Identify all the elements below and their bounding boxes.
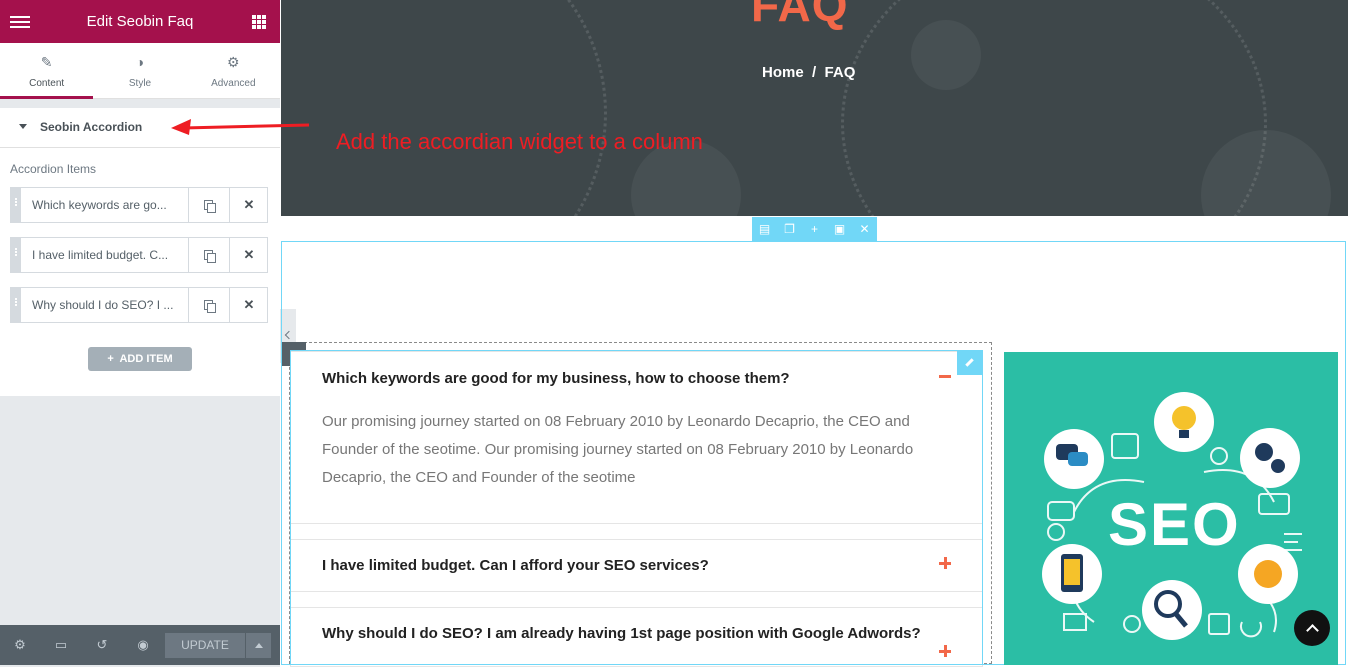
widgets-grid-icon[interactable]	[252, 15, 266, 29]
controls-area: Accordion Items Which keywords are go...…	[0, 148, 280, 396]
scroll-to-top-button[interactable]	[1294, 610, 1330, 646]
edit-widget-pencil-icon[interactable]	[957, 351, 983, 375]
breadcrumb: Home / FAQ	[762, 64, 855, 81]
add-section-icon[interactable]: +	[802, 217, 827, 241]
remove-icon[interactable]: ✕	[229, 188, 268, 222]
panel-title: Edit Seobin Faq	[86, 13, 194, 30]
panel-header: Edit Seobin Faq	[0, 0, 280, 43]
save-section-icon[interactable]: ▣	[827, 217, 852, 241]
drag-handle-icon[interactable]	[11, 288, 21, 322]
panel-footer: ⚙ ▭ ↺ ◉ UPDATE	[0, 625, 280, 665]
responsive-mode-icon[interactable]: ▭	[53, 637, 69, 653]
update-button[interactable]: UPDATE	[165, 633, 245, 658]
widget-outline	[290, 350, 983, 665]
add-item-label: ADD ITEM	[119, 353, 173, 365]
duplicate-icon[interactable]	[188, 188, 230, 222]
repeater-item-title[interactable]: I have limited budget. C...	[32, 248, 182, 262]
seo-text: SEO	[1108, 491, 1241, 558]
tab-content[interactable]: ✎ Content	[0, 43, 94, 99]
hero-bg-dots	[841, 0, 1267, 216]
annotation-arrow	[171, 119, 310, 135]
tab-advanced[interactable]: ⚙ Advanced	[187, 43, 280, 98]
remove-icon[interactable]: ✕	[229, 288, 268, 322]
drag-handle-icon[interactable]	[11, 188, 21, 222]
preview-eye-icon[interactable]: ◉	[135, 637, 151, 653]
repeater-item[interactable]: I have limited budget. C... ✕	[10, 237, 268, 273]
drag-handle-icon[interactable]	[11, 238, 21, 272]
duplicate-icon[interactable]	[188, 288, 230, 322]
panel-tabs: ✎ Content ◑ Style ⚙ Advanced	[0, 43, 280, 99]
settings-icon[interactable]: ⚙	[12, 637, 28, 653]
add-item-button[interactable]: + ADD ITEM	[88, 347, 192, 371]
page-hero: FAQ Home / FAQ	[281, 0, 1348, 216]
plus-icon: +	[107, 353, 114, 365]
annotation-text: Add the accordian widget to a column	[336, 129, 703, 154]
contrast-icon: ◑	[135, 54, 145, 70]
repeater-item[interactable]: Why should I do SEO? I ... ✕	[10, 287, 268, 323]
delete-section-icon[interactable]: ✕	[852, 217, 877, 241]
duplicate-section-icon[interactable]: ❐	[777, 217, 802, 241]
tab-style-label: Style	[128, 78, 152, 89]
tab-advanced-label: Advanced	[211, 78, 256, 89]
gear-icon: ⚙	[227, 54, 240, 70]
repeater-item-title[interactable]: Why should I do SEO? I ...	[32, 298, 182, 312]
editor-panel: Edit Seobin Faq ✎ Content ◑ Style ⚙ Adva…	[0, 0, 280, 667]
remove-icon[interactable]: ✕	[229, 238, 268, 272]
tab-content-label: Content	[29, 78, 65, 89]
edit-section-icon[interactable]: ▤	[752, 217, 777, 241]
repeater-item[interactable]: Which keywords are go... ✕	[10, 187, 268, 223]
tab-style[interactable]: ◑ Style	[93, 43, 186, 98]
pencil-icon: ✎	[40, 54, 53, 70]
breadcrumb-separator: /	[812, 64, 817, 81]
breadcrumb-current: FAQ	[824, 64, 856, 81]
hero-bg-dots	[281, 0, 607, 216]
caret-down-icon	[19, 124, 27, 129]
section-title: Seobin Accordion	[40, 120, 143, 134]
duplicate-icon[interactable]	[188, 238, 230, 272]
save-options-caret-icon[interactable]	[246, 633, 271, 658]
seo-illustration: SEO	[1004, 352, 1338, 665]
accordion-items-label: Accordion Items	[10, 162, 97, 176]
hero-title: FAQ	[751, 0, 849, 31]
repeater-item-title[interactable]: Which keywords are go...	[32, 198, 182, 212]
breadcrumb-home-link[interactable]: Home	[762, 64, 804, 81]
history-icon[interactable]: ↺	[94, 637, 110, 653]
section-toolbar: ▤ ❐ + ▣ ✕	[752, 217, 877, 241]
